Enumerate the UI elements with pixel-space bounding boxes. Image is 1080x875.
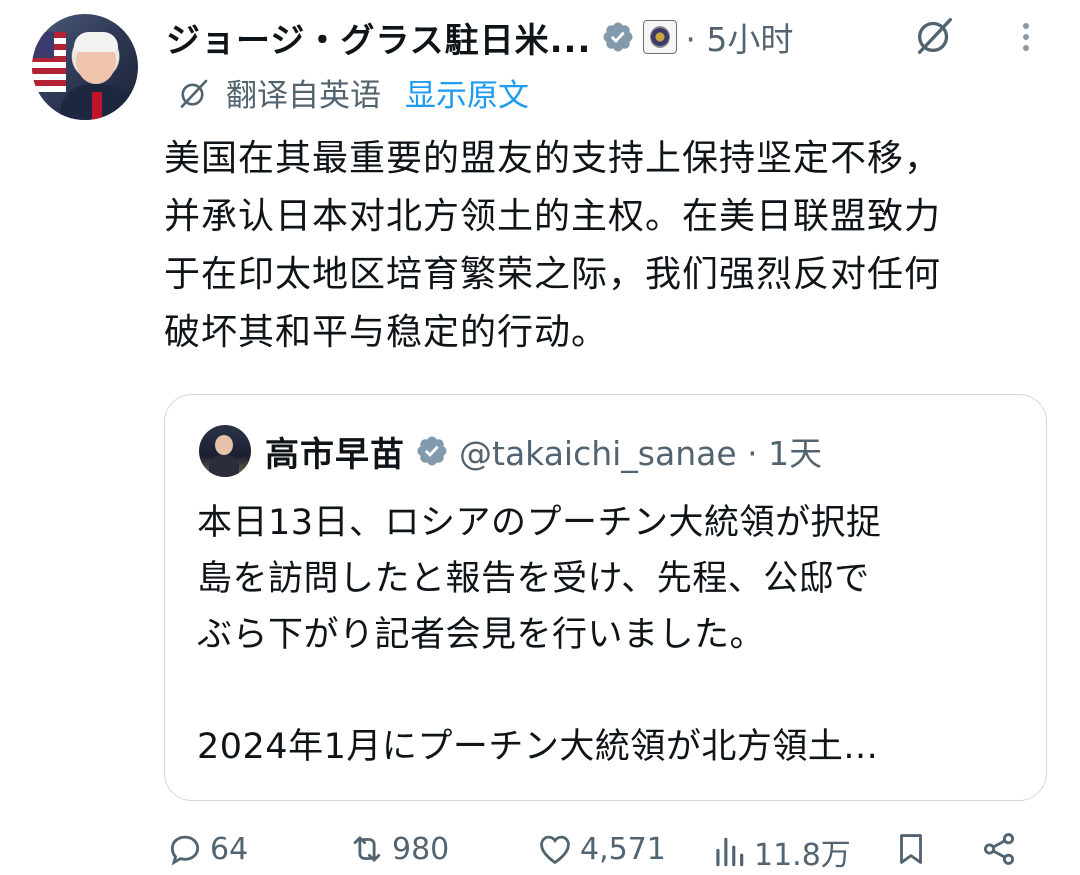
repost-button[interactable]: 980 xyxy=(348,830,449,868)
views-count: 11.8万 xyxy=(754,838,851,873)
quoted-post-header: 高市早苗 @takaichi_sanae · 1天 xyxy=(199,425,822,477)
views-button[interactable]: 11.8万 xyxy=(710,830,851,874)
bookmark-icon xyxy=(900,834,922,864)
quoted-text-line: 本日13日、ロシアのプーチン大統領が択捉 xyxy=(197,503,882,543)
like-count: 4,571 xyxy=(580,831,666,867)
quoted-post-card[interactable]: 高市早苗 @takaichi_sanae · 1天 本日13日、ロシアのプーチン… xyxy=(164,394,1047,801)
quoted-author-name: 高市早苗 xyxy=(265,434,405,475)
post-header: ジョージ・グラス駐日米... · 5小时 xyxy=(166,12,793,62)
repost-icon xyxy=(353,836,381,862)
post-text-line: 并承认日本对北方领土的主权。在美日联盟致力 xyxy=(164,196,942,237)
quoted-text-line xyxy=(197,663,1017,719)
views-icon xyxy=(716,837,744,867)
more-icon[interactable] xyxy=(1012,18,1040,56)
quoted-text-line: 2024年1月にプーチン大統領が北方領土... xyxy=(197,727,879,767)
translation-notice: 翻译自英语 显示原文 xyxy=(176,70,529,115)
author-name[interactable]: ジョージ・グラス駐日米... xyxy=(166,13,591,62)
share-icon xyxy=(983,833,1015,865)
verified-badge-icon xyxy=(603,22,633,52)
quoted-text-line: 島を訪問したと報告を受け、先程、公邸で xyxy=(197,559,870,599)
verified-badge-icon xyxy=(417,436,447,466)
post-text-line: 美国在其最重要的盟友的支持上保持坚定不移， xyxy=(164,138,942,179)
org-affiliation-icon[interactable] xyxy=(643,20,678,54)
reply-button[interactable]: 64 xyxy=(166,830,248,868)
share-button[interactable] xyxy=(980,830,1024,868)
action-bar: 64 980 4,571 11.8万 xyxy=(166,830,1046,875)
translated-from-label: 翻译自英语 xyxy=(226,78,381,114)
post-text-line: 于在印太地区培育繁荣之际，我们强烈反对任何 xyxy=(164,254,942,295)
post-time[interactable]: · 5小时 xyxy=(685,13,793,61)
translate-icon xyxy=(180,79,208,108)
quoted-handle-time: @takaichi_sanae · 1天 xyxy=(459,434,823,473)
quoted-text-line: ぶら下がり記者会見を行いました。 xyxy=(197,615,766,655)
like-icon xyxy=(540,835,570,865)
bookmark-button[interactable] xyxy=(892,830,936,868)
quoted-post-text: 本日13日、ロシアのプーチン大統領が択捉 島を訪問したと報告を受け、先程、公邸で… xyxy=(197,495,1017,775)
grok-icon[interactable] xyxy=(912,12,958,58)
post-text: 美国在其最重要的盟友的支持上保持坚定不移， 并承认日本对北方领土的主权。在美日联… xyxy=(164,130,1054,362)
post-text-line: 破坏其和平与稳定的行动。 xyxy=(164,312,609,353)
author-avatar[interactable] xyxy=(32,14,138,120)
reply-icon xyxy=(170,835,200,866)
reply-count: 64 xyxy=(210,831,249,867)
quoted-author-avatar xyxy=(199,425,251,477)
repost-count: 980 xyxy=(392,831,450,867)
show-original-link[interactable]: 显示原文 xyxy=(405,70,529,115)
like-button[interactable]: 4,571 xyxy=(536,830,666,868)
